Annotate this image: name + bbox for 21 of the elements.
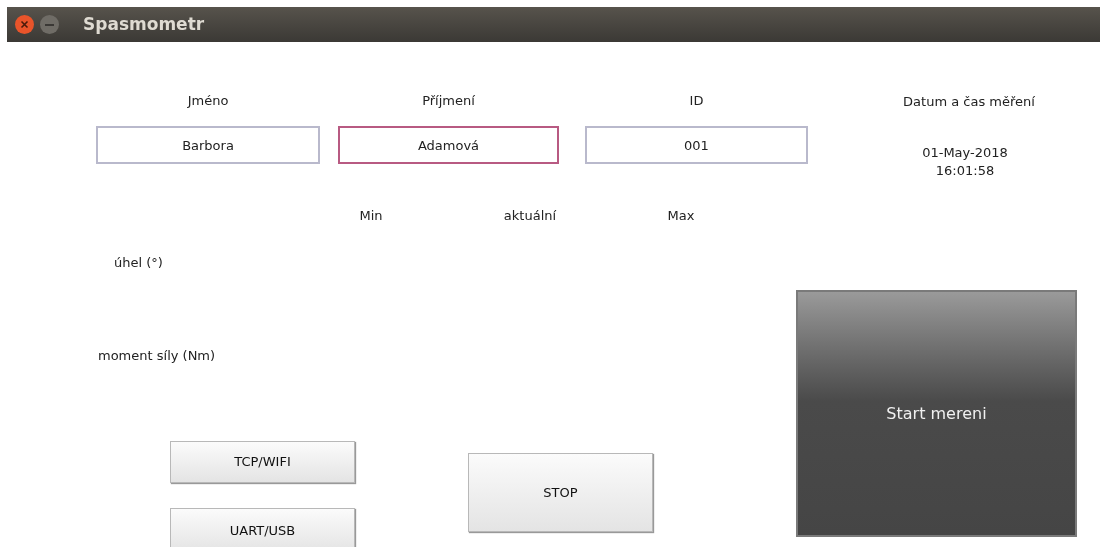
- column-header: Min: [358, 207, 384, 225]
- field-label: ID: [688, 92, 705, 110]
- text-field[interactable]: Adamová: [338, 126, 559, 164]
- stop-button[interactable]: STOP: [468, 453, 653, 532]
- date-label: Datum a čas měření: [902, 93, 1036, 111]
- date-text: 01-May-2018: [921, 144, 1009, 162]
- row-label: úhel (°): [114, 254, 163, 272]
- close-icon[interactable]: [15, 15, 34, 34]
- text-field[interactable]: Barbora: [96, 126, 320, 164]
- field-label: Jméno: [186, 92, 230, 110]
- window-title: Spasmometr: [83, 12, 205, 36]
- column-header: Max: [666, 207, 696, 225]
- column-header: aktuální: [502, 207, 558, 225]
- time-text: 16:01:58: [934, 162, 996, 180]
- connection-button[interactable]: TCP/WIFI: [170, 441, 355, 483]
- row-label: moment síly (Nm): [98, 347, 216, 365]
- minimize-icon[interactable]: [40, 15, 59, 34]
- start-button[interactable]: Start mereni: [796, 290, 1077, 537]
- text-field[interactable]: 001: [585, 126, 808, 164]
- connection-button[interactable]: UART/USB: [170, 508, 355, 547]
- field-label: Příjmení: [421, 92, 476, 110]
